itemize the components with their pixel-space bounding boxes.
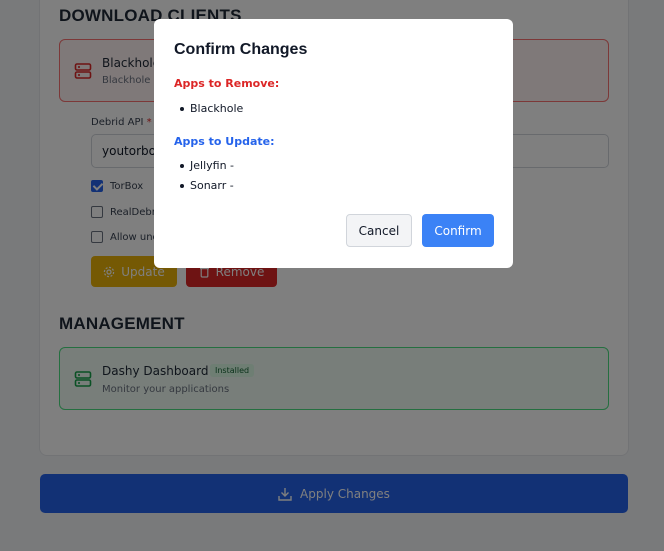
- cancel-button[interactable]: Cancel: [346, 214, 412, 247]
- remove-item-label: Blackhole: [190, 102, 244, 115]
- bullet: [180, 184, 184, 188]
- apps-to-remove-heading: Apps to Remove:: [174, 77, 280, 90]
- list-item: Blackhole: [180, 99, 243, 119]
- apps-to-remove-list: Blackhole: [180, 99, 243, 119]
- apps-to-update-list: Jellyfin - Sonarr -: [180, 156, 234, 196]
- confirm-changes-dialog: Confirm Changes Apps to Remove: Blackhol…: [154, 19, 513, 268]
- apps-to-update-heading: Apps to Update:: [174, 135, 275, 148]
- bullet: [180, 164, 184, 168]
- list-item: Jellyfin -: [180, 156, 234, 176]
- update-item-label: Sonarr -: [190, 179, 234, 192]
- update-item-label: Jellyfin -: [190, 159, 234, 172]
- confirm-button[interactable]: Confirm: [422, 214, 494, 247]
- dialog-title: Confirm Changes: [174, 41, 308, 58]
- list-item: Sonarr -: [180, 176, 234, 196]
- bullet: [180, 107, 184, 111]
